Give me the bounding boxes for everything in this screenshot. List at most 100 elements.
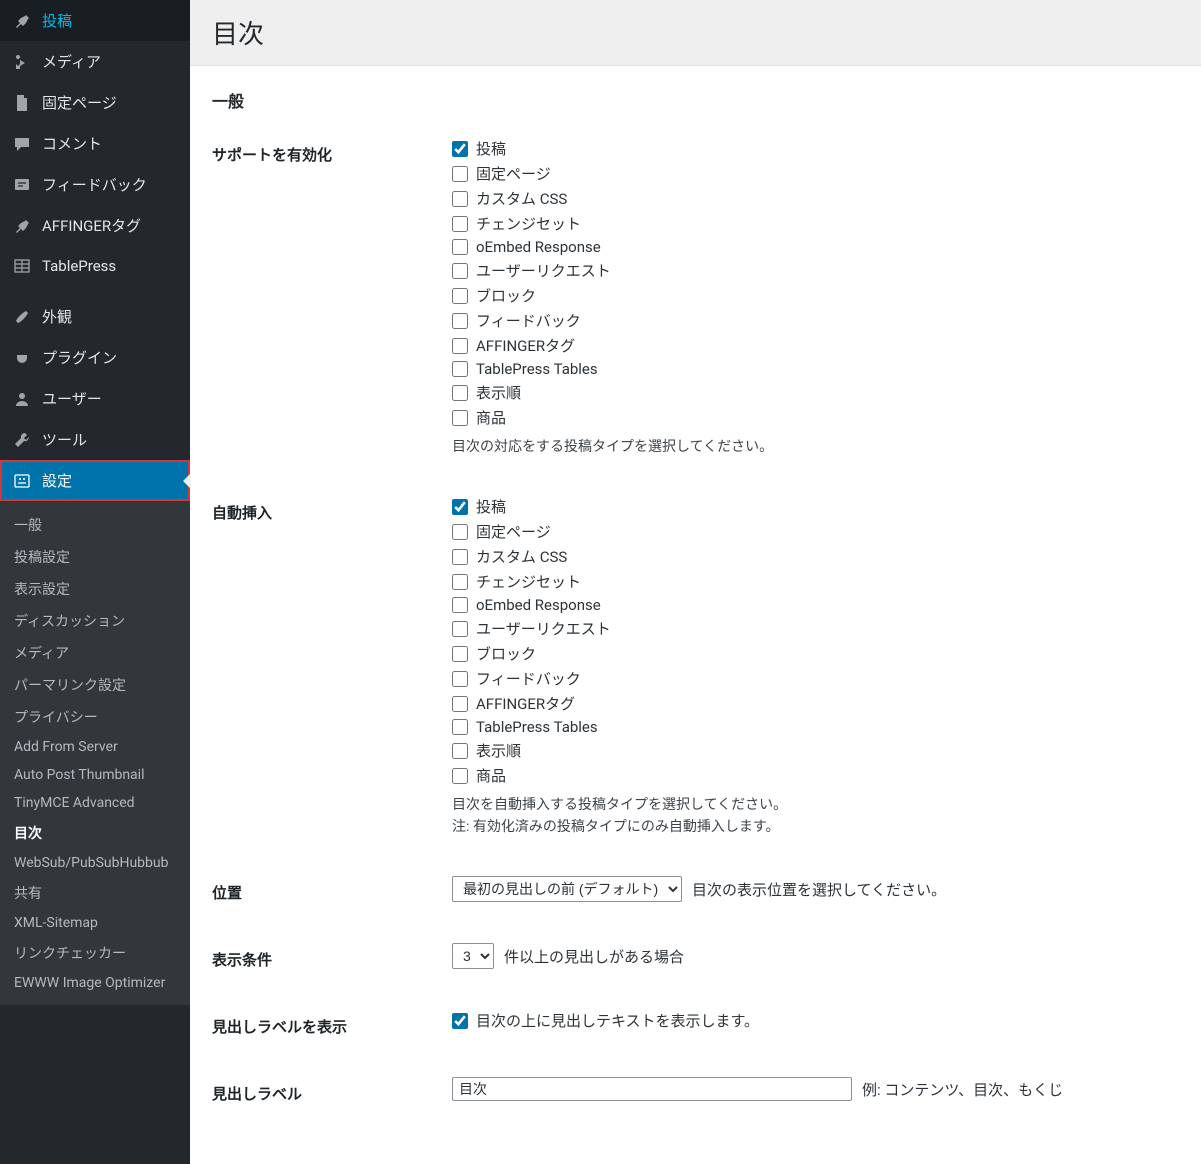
- row-showlabel-label: 見出しラベルを表示: [212, 990, 452, 1057]
- heading-label-input[interactable]: [452, 1077, 852, 1101]
- row-support-label: サポートを有効化: [212, 118, 452, 476]
- support-option-label: AFFINGERタグ: [476, 335, 575, 356]
- submenu-item-auto post thumbnail[interactable]: Auto Post Thumbnail: [0, 761, 190, 789]
- submenu-item-websub/pubsubhubbub[interactable]: WebSub/PubSubHubbub: [0, 849, 190, 877]
- auto-option-label: 商品: [476, 765, 506, 786]
- auto-option: AFFINGERタグ: [452, 693, 1179, 714]
- auto-option-label: チェンジセット: [476, 571, 581, 592]
- heading-label-example: 例: コンテンツ、目次、もくじ: [862, 1079, 1063, 1100]
- auto-option-label: ブロック: [476, 643, 536, 664]
- sidebar-item-label: ツール: [42, 429, 87, 450]
- sidebar-item-label: プラグイン: [42, 347, 117, 368]
- submenu-item-パーマリンク設定[interactable]: パーマリンク設定: [0, 669, 190, 701]
- auto-option-label: ユーザーリクエスト: [476, 618, 611, 639]
- submenu-item-ewww image optimizer[interactable]: EWWW Image Optimizer: [0, 969, 190, 997]
- support-checkbox[interactable]: [452, 313, 468, 329]
- auto-option: 投稿: [452, 496, 1179, 517]
- sidebar-item-label: フィードバック: [42, 174, 147, 195]
- sidebar-item-メディア[interactable]: メディア: [0, 41, 190, 82]
- auto-option: 表示順: [452, 740, 1179, 761]
- support-checkbox[interactable]: [452, 338, 468, 354]
- support-checkbox[interactable]: [452, 263, 468, 279]
- admin-sidebar: 投稿メディア固定ページコメントフィードバックAFFINGERタグTablePre…: [0, 0, 190, 1164]
- support-option: フィードバック: [452, 310, 1179, 331]
- brush-icon: [12, 307, 32, 327]
- submenu-item-メディア[interactable]: メディア: [0, 637, 190, 669]
- submenu-item-add from server[interactable]: Add From Server: [0, 733, 190, 761]
- submenu-item-投稿設定[interactable]: 投稿設定: [0, 541, 190, 573]
- sidebar-item-投稿[interactable]: 投稿: [0, 0, 190, 41]
- support-checkbox[interactable]: [452, 288, 468, 304]
- show-label-checkbox[interactable]: [452, 1013, 468, 1029]
- support-option: 投稿: [452, 138, 1179, 159]
- sidebar-item-ツール[interactable]: ツール: [0, 419, 190, 460]
- support-option-label: 商品: [476, 407, 506, 428]
- sidebar-item-固定ページ[interactable]: 固定ページ: [0, 82, 190, 123]
- support-option: 表示順: [452, 382, 1179, 403]
- auto-checkbox[interactable]: [452, 499, 468, 515]
- auto-checkbox[interactable]: [452, 549, 468, 565]
- sidebar-item-設定[interactable]: 設定: [0, 460, 190, 501]
- table-icon: [12, 256, 32, 276]
- auto-option: ユーザーリクエスト: [452, 618, 1179, 639]
- support-checkbox[interactable]: [452, 239, 468, 255]
- position-select[interactable]: 最初の見出しの前 (デフォルト): [452, 876, 682, 902]
- auto-option-label: TablePress Tables: [476, 718, 598, 736]
- auto-checkbox[interactable]: [452, 768, 468, 784]
- support-checkbox[interactable]: [452, 191, 468, 207]
- auto-checkbox[interactable]: [452, 524, 468, 540]
- condition-select[interactable]: 3: [452, 943, 494, 969]
- submenu-item-表示設定[interactable]: 表示設定: [0, 573, 190, 605]
- sidebar-item-label: 設定: [42, 470, 72, 491]
- support-option-label: 固定ページ: [476, 163, 551, 184]
- auto-option: 固定ページ: [452, 521, 1179, 542]
- sidebar-item-ユーザー[interactable]: ユーザー: [0, 378, 190, 419]
- support-option: ブロック: [452, 285, 1179, 306]
- auto-checkbox[interactable]: [452, 719, 468, 735]
- support-option-label: oEmbed Response: [476, 238, 601, 256]
- support-option: カスタム CSS: [452, 188, 1179, 209]
- submenu-item-一般[interactable]: 一般: [0, 509, 190, 541]
- support-checkbox[interactable]: [452, 410, 468, 426]
- support-checkbox[interactable]: [452, 361, 468, 377]
- auto-checkbox[interactable]: [452, 574, 468, 590]
- auto-checkbox[interactable]: [452, 597, 468, 613]
- support-checkbox[interactable]: [452, 141, 468, 157]
- support-checkbox[interactable]: [452, 385, 468, 401]
- support-checkbox[interactable]: [452, 216, 468, 232]
- media-icon: [12, 52, 32, 72]
- submenu-item-共有[interactable]: 共有: [0, 877, 190, 909]
- support-checkbox[interactable]: [452, 166, 468, 182]
- sidebar-item-コメント[interactable]: コメント: [0, 123, 190, 164]
- page-title: 目次: [212, 14, 1179, 51]
- submenu-item-目次[interactable]: 目次: [0, 817, 190, 849]
- support-option: oEmbed Response: [452, 238, 1179, 256]
- auto-option: 商品: [452, 765, 1179, 786]
- support-option-label: ユーザーリクエスト: [476, 260, 611, 281]
- auto-checkbox[interactable]: [452, 743, 468, 759]
- sidebar-item-tablepress[interactable]: TablePress: [0, 246, 190, 286]
- support-option: 商品: [452, 407, 1179, 428]
- sidebar-item-外観[interactable]: 外観: [0, 296, 190, 337]
- submenu-item-tinymce advanced[interactable]: TinyMCE Advanced: [0, 789, 190, 817]
- auto-description-2: 注: 有効化済みの投稿タイプにのみ自動挿入します。: [452, 816, 1179, 836]
- submenu-item-xml-sitemap[interactable]: XML-Sitemap: [0, 909, 190, 937]
- auto-option-label: フィードバック: [476, 668, 581, 689]
- auto-checkbox[interactable]: [452, 671, 468, 687]
- sidebar-item-affingerタグ[interactable]: AFFINGERタグ: [0, 205, 190, 246]
- auto-option: チェンジセット: [452, 571, 1179, 592]
- sidebar-item-プラグイン[interactable]: プラグイン: [0, 337, 190, 378]
- auto-checkbox[interactable]: [452, 696, 468, 712]
- sidebar-item-フィードバック[interactable]: フィードバック: [0, 164, 190, 205]
- submenu-item-リンクチェッカー[interactable]: リンクチェッカー: [0, 937, 190, 969]
- auto-option: ブロック: [452, 643, 1179, 664]
- comment-icon: [12, 134, 32, 154]
- feedback-icon: [12, 175, 32, 195]
- auto-checkbox[interactable]: [452, 621, 468, 637]
- submenu-item-プライバシー[interactable]: プライバシー: [0, 701, 190, 733]
- pin-icon: [12, 11, 32, 31]
- support-option: TablePress Tables: [452, 360, 1179, 378]
- auto-checkbox[interactable]: [452, 646, 468, 662]
- submenu-item-ディスカッション[interactable]: ディスカッション: [0, 605, 190, 637]
- support-description: 目次の対応をする投稿タイプを選択してください。: [452, 436, 1179, 456]
